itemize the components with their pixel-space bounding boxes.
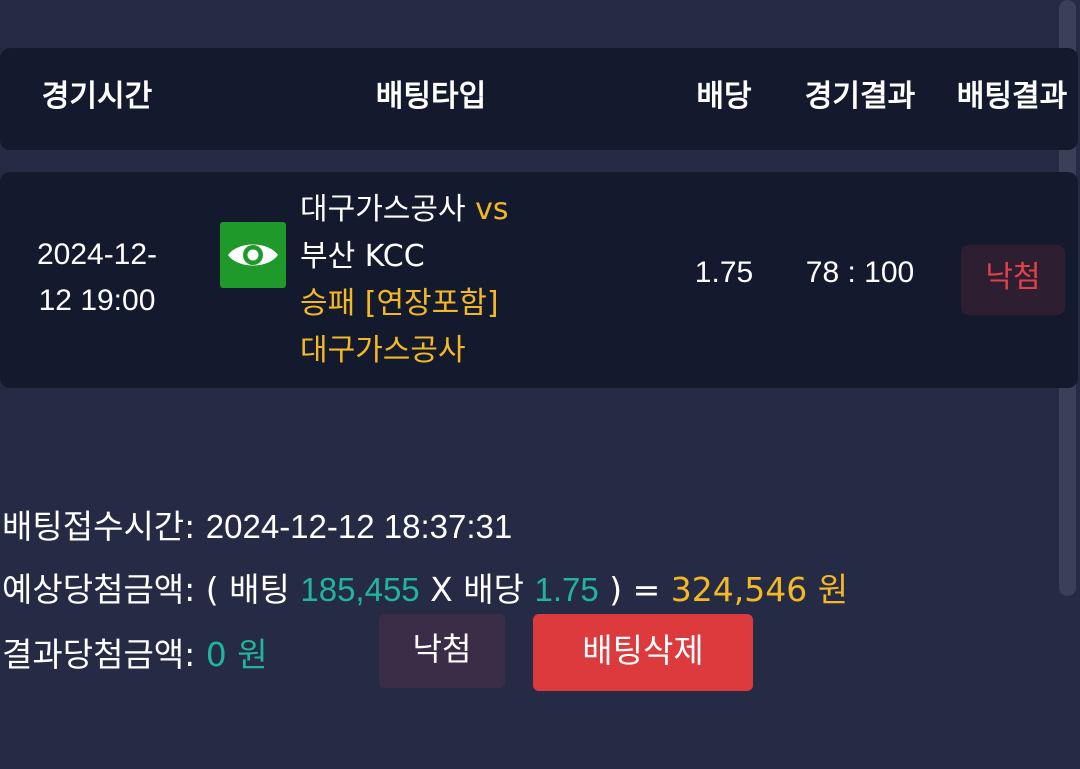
game-time-hour: 12 19:00 [38,284,156,317]
accept-time-label: 배팅접수시간: [2,507,196,546]
table-row: 2024-12- 12 19:00 대구가스공사 vs 부산 KCC 승패 [연… [0,172,1078,388]
away-team: 부산 KCC [300,239,425,274]
home-team: 대구가스공사 [300,192,466,227]
close-equals: ) = [609,570,661,609]
header-odds: 배당 [696,79,752,114]
expected-open: ( 배팅 [205,570,290,609]
result-label: 결과당첨금액: [2,635,196,674]
delete-bet-button[interactable]: 배팅삭제 [533,614,753,691]
expected-amount-line: 예상당첨금액: ( 배팅 185,455 X 배당 1.75 ) = 324,5… [2,563,848,611]
vs-label: vs [475,192,509,227]
game-time-date: 2024-12- [36,238,158,271]
header-game-result: 경기결과 [804,79,916,114]
odds-value: 1.75 [694,256,754,289]
status-badge: 낙첨 [961,245,1065,315]
lose-status-button[interactable]: 낙첨 [379,614,505,688]
market-type: 승패 [연장포함] [300,286,499,321]
header-bet-result: 배팅결과 [956,79,1068,114]
accept-time-value: 2024-12-12 18:37:31 [205,508,513,545]
accept-time-line: 배팅접수시간: 2024-12-12 18:37:31 [2,500,512,548]
header-game-time: 경기시간 [41,79,153,114]
times-odds-label: X 배당 [430,570,524,609]
result-amount: 0 원 [205,635,268,674]
header-bet-type: 배팅타입 [375,79,487,114]
bet-type-info: 대구가스공사 vs 부산 KCC 승패 [연장포함] 대구가스공사 [300,186,509,374]
game-score: 78 : 100 [805,256,915,289]
bet-amount: 185,455 [300,571,420,608]
game-time: 2024-12- 12 19:00 [0,232,194,324]
eye-icon[interactable] [220,222,286,288]
result-amount-line: 결과당첨금액: 0 원 [2,628,268,676]
expected-amount: 324,546 원 [670,570,849,609]
table-header: 경기시간 배팅타입 배당 경기결과 배팅결과 [0,48,1078,150]
summary-odds: 1.75 [534,571,599,608]
expected-label: 예상당첨금액: [2,570,196,609]
bet-pick: 대구가스공사 [300,333,466,368]
